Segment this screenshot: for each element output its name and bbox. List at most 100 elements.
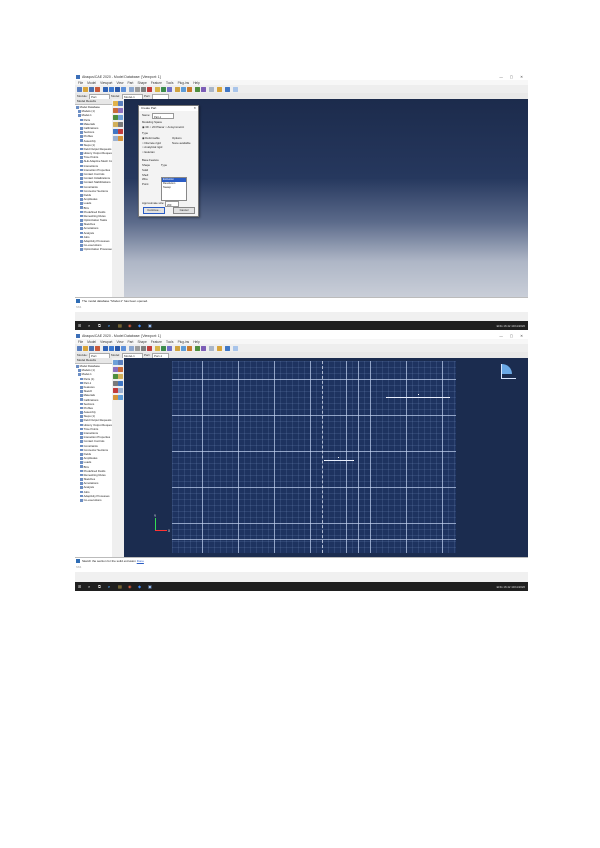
shape-solid-radio[interactable]: Solid xyxy=(142,168,148,172)
sketch-plane-compass-icon[interactable] xyxy=(501,364,516,379)
search-icon[interactable]: ⌕ xyxy=(88,584,90,589)
sketch-line[interactable] xyxy=(386,397,450,398)
mesh-icon[interactable] xyxy=(195,86,200,92)
pan-icon[interactable] xyxy=(109,86,114,92)
shape-shell-radio[interactable]: Shell xyxy=(142,173,148,177)
continue-button[interactable]: Continue... xyxy=(143,207,165,214)
approximate-size-field[interactable]: 200 xyxy=(165,201,179,207)
task-view-icon[interactable]: ⧉ xyxy=(98,323,101,328)
delete-feature-icon[interactable] xyxy=(118,129,123,134)
name-field[interactable]: Part-1 xyxy=(152,113,174,119)
partition-icon[interactable] xyxy=(187,345,192,351)
sketch-vertex[interactable] xyxy=(418,393,420,395)
sketch-vertex[interactable] xyxy=(323,459,325,461)
render-style-icon[interactable] xyxy=(147,86,152,92)
rotate-icon[interactable] xyxy=(115,86,120,92)
viewport-icon[interactable] xyxy=(103,345,108,351)
datum-icon[interactable] xyxy=(181,86,186,92)
close-icon[interactable]: ✕ xyxy=(193,106,196,111)
message-area-icon[interactable] xyxy=(76,559,80,563)
type-deformable-radio[interactable]: ◉ Deformable xyxy=(142,136,160,140)
sketch-vertex[interactable] xyxy=(338,456,340,458)
plot-icon[interactable] xyxy=(225,345,230,351)
color-icon[interactable] xyxy=(175,345,180,351)
view-front-icon[interactable] xyxy=(141,86,146,92)
cancel-button[interactable]: Cancel xyxy=(173,207,195,214)
fit-icon[interactable] xyxy=(129,86,134,92)
shape-wire-radio[interactable]: Wire xyxy=(142,177,148,181)
plot-icon[interactable] xyxy=(225,86,230,92)
create-rectangle-icon[interactable] xyxy=(118,360,123,365)
sketch-line[interactable] xyxy=(324,460,354,461)
tools-icon[interactable] xyxy=(217,86,222,92)
sketcher-viewport[interactable]: Y X xyxy=(124,358,528,557)
animate-icon[interactable] xyxy=(233,345,238,351)
sketch-options-icon[interactable] xyxy=(118,395,123,400)
start-icon[interactable]: ⊞ xyxy=(78,584,81,589)
modeling-space-options[interactable]: ◉ 3D ○ 2D Planar ○ Axisymmetric xyxy=(142,125,184,129)
fit-icon[interactable] xyxy=(129,345,134,351)
abaqus-taskbar-icon[interactable]: ◆ xyxy=(138,584,141,589)
view-iso-icon[interactable] xyxy=(135,86,140,92)
edge-icon[interactable]: e xyxy=(108,323,110,328)
replace-icon[interactable] xyxy=(167,86,172,92)
chrome-icon[interactable]: ◉ xyxy=(128,323,132,328)
tree-item[interactable]: Co-executions xyxy=(75,498,112,502)
view-iso-icon[interactable] xyxy=(135,345,140,351)
open-icon[interactable] xyxy=(83,345,88,351)
command-prompt[interactable]: >>> xyxy=(76,565,81,569)
sketch-vertex[interactable] xyxy=(385,396,387,398)
layer-icon[interactable] xyxy=(209,86,214,92)
app-taskbar-icon[interactable]: ▣ xyxy=(148,323,152,328)
offset-icon[interactable] xyxy=(118,381,123,386)
layer-icon[interactable] xyxy=(209,345,214,351)
done-button[interactable]: Done xyxy=(137,559,144,563)
explorer-icon[interactable]: ▤ xyxy=(118,323,122,328)
edge-icon[interactable]: e xyxy=(108,584,110,589)
open-icon[interactable] xyxy=(83,86,88,92)
view-front-icon[interactable] xyxy=(141,345,146,351)
tree-item[interactable]: Optimization Processes xyxy=(75,247,112,251)
create-arc-icon[interactable] xyxy=(118,367,123,372)
system-tray[interactable]: ENG 16:42 10/11/2020 xyxy=(497,585,525,589)
sketch-grid[interactable] xyxy=(172,361,456,553)
save-icon[interactable] xyxy=(89,86,94,92)
search-icon[interactable]: ⌕ xyxy=(88,323,90,328)
sketch-vertex[interactable] xyxy=(353,459,355,461)
render-style-icon[interactable] xyxy=(147,345,152,351)
message-area-icon[interactable] xyxy=(76,299,80,303)
replace-icon[interactable] xyxy=(167,345,172,351)
system-tray[interactable]: ENG 16:42 10/11/2020 xyxy=(497,324,525,328)
new-icon[interactable] xyxy=(77,86,82,92)
color-icon[interactable] xyxy=(175,86,180,92)
chrome-icon[interactable]: ◉ xyxy=(128,584,132,589)
window-controls[interactable]: — ▢ ✕ xyxy=(499,334,526,338)
print-icon[interactable] xyxy=(95,345,100,351)
mirror-icon[interactable] xyxy=(118,388,123,393)
type-discrete-rigid-radio[interactable]: ○ Discrete rigid xyxy=(142,141,161,145)
seed-icon[interactable] xyxy=(201,345,206,351)
explorer-icon[interactable]: ▤ xyxy=(118,584,122,589)
viewport[interactable]: Create Part ✕ Name: Part-1 Modeling Spac… xyxy=(124,99,528,297)
sketch-vertex[interactable] xyxy=(449,396,451,398)
rotate-icon[interactable] xyxy=(115,345,120,351)
pan-icon[interactable] xyxy=(109,345,114,351)
mesh-icon[interactable] xyxy=(195,345,200,351)
part-manager-icon[interactable] xyxy=(118,101,123,106)
list-item[interactable]: Sweep xyxy=(162,186,186,190)
shape-point-radio[interactable]: Point xyxy=(142,182,148,186)
shell-extrude-icon[interactable] xyxy=(118,108,123,113)
round-icon[interactable] xyxy=(118,115,123,120)
start-icon[interactable]: ⊞ xyxy=(78,323,81,328)
animate-icon[interactable] xyxy=(233,86,238,92)
save-icon[interactable] xyxy=(89,345,94,351)
tools-icon[interactable] xyxy=(217,345,222,351)
zoom-icon[interactable] xyxy=(121,345,126,351)
type-eulerian-radio[interactable]: ○ Eulerian xyxy=(142,150,155,154)
abaqus-taskbar-icon[interactable]: ◆ xyxy=(138,323,141,328)
window-controls[interactable]: — ▢ ✕ xyxy=(499,75,526,79)
display-group-icon[interactable] xyxy=(161,345,166,351)
datum-icon[interactable] xyxy=(181,345,186,351)
partition-icon[interactable] xyxy=(187,86,192,92)
datum-plane-icon[interactable] xyxy=(118,122,123,127)
